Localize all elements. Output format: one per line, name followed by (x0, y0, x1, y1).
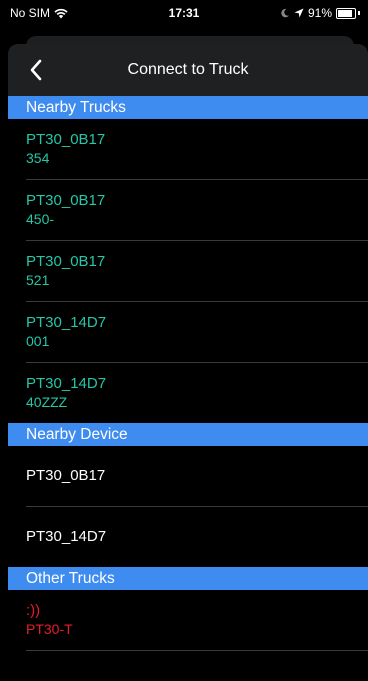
truck-row[interactable]: PT30_0B17 354 (26, 119, 368, 180)
truck-id: 521 (26, 272, 50, 288)
truck-row[interactable]: PT30_0B17 450- (26, 180, 368, 241)
truck-name: PT30_14D7 (26, 375, 107, 392)
device-row[interactable]: PT30_0B17 (26, 446, 368, 507)
device-name: PT30_14D7 (26, 528, 107, 545)
device-row[interactable]: PT30_14D7 (26, 507, 368, 567)
section-header-nearby-device: Nearby Device (8, 423, 368, 446)
section-header-other-trucks: Other Trucks (8, 567, 368, 590)
truck-id: 450- (26, 211, 55, 227)
other-truck-row[interactable]: :)) PT30-T (26, 590, 368, 651)
battery-icon (336, 7, 356, 19)
truck-name: PT30_0B17 (26, 253, 106, 270)
device-name: PT30_0B17 (26, 467, 106, 484)
status-right: 91% (280, 6, 360, 20)
connect-sheet: Connect to Truck Nearby Trucks PT30_0B17… (8, 44, 368, 681)
section-header-nearby-trucks: Nearby Trucks (8, 96, 368, 119)
truck-name: PT30_0B17 (26, 131, 106, 148)
truck-name: PT30_0B17 (26, 192, 106, 209)
other-truck-name: :)) (26, 602, 41, 619)
status-bar: No SIM 17:31 91% (0, 0, 368, 36)
moon-icon (281, 8, 289, 18)
truck-id: 40ZZZ (26, 394, 68, 410)
truck-id: 001 (26, 333, 50, 349)
truck-row[interactable]: PT30_14D7 40ZZZ (26, 363, 368, 423)
page-title: Connect to Truck (127, 61, 249, 78)
location-arrow-icon (294, 8, 304, 18)
battery-cap (358, 11, 360, 15)
truck-id: 354 (26, 150, 50, 166)
truck-row[interactable]: PT30_14D7 001 (26, 302, 368, 363)
battery-percent: 91% (307, 6, 332, 20)
truck-name: PT30_14D7 (26, 314, 107, 331)
nav-bar: Connect to Truck (8, 44, 368, 96)
truck-row[interactable]: PT30_0B17 521 (26, 241, 368, 302)
other-truck-id: PT30-T (26, 621, 73, 637)
